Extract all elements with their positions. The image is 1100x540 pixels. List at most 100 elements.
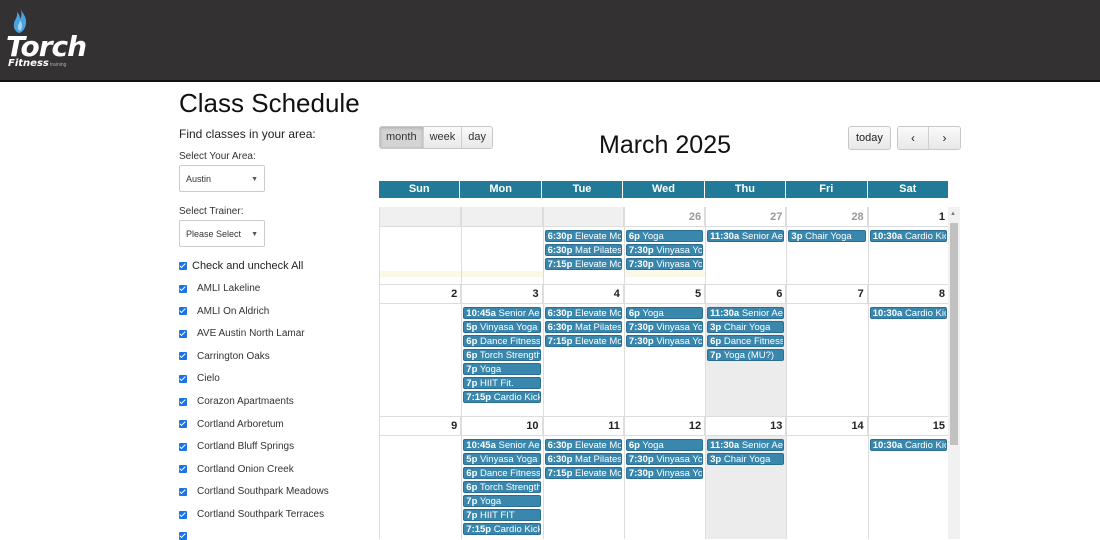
day-number[interactable]: 5 (623, 284, 706, 304)
day-number[interactable]: 3 (461, 284, 543, 304)
day-number[interactable]: 2 (380, 284, 462, 304)
calendar-event[interactable]: 11:30a Senior Aerobics (707, 439, 785, 451)
month-view-button[interactable]: month (380, 127, 424, 148)
day-number[interactable]: 11 (542, 416, 624, 436)
day-number[interactable] (380, 207, 462, 227)
day-number[interactable]: 28 (786, 207, 868, 227)
calendar-event[interactable]: 6:30p Mat Pilates (544, 453, 622, 465)
calendar-event[interactable]: 7:30p Vinyasa Yoga (625, 467, 704, 479)
calendar-event[interactable]: 6:30p Mat Pilates (544, 244, 622, 256)
calendar-event[interactable]: 3p Chair Yoga (707, 453, 785, 465)
location-checkbox[interactable] (179, 487, 187, 496)
location-checkbox[interactable] (179, 531, 187, 540)
location-checkbox[interactable] (179, 352, 187, 361)
day-number[interactable]: 1 (867, 207, 948, 227)
calendar-event[interactable]: 7:15p Elevate Movement (544, 258, 622, 270)
day-number[interactable]: 9 (380, 416, 462, 436)
calendar-event[interactable]: 7:15p Elevate Movement (544, 335, 622, 347)
calendar-event[interactable]: 7:30p Vinyasa Yoga (625, 244, 704, 256)
location-item[interactable]: Cielo (179, 373, 220, 384)
calendar-event[interactable]: 7:15p Cardio Kickboxing (463, 523, 541, 535)
location-checkbox[interactable] (179, 284, 187, 293)
torch-fitness-logo[interactable]: Torch Fitness training (6, 8, 87, 72)
day-number[interactable]: 6 (705, 284, 787, 304)
scroll-thumb[interactable] (950, 223, 958, 445)
calendar-event[interactable]: 10:30a Cardio Kickboxing (869, 307, 947, 319)
calendar-event[interactable]: 7p Yoga (463, 495, 541, 507)
location-item[interactable]: Cortland Southpark Terraces (179, 509, 324, 520)
calendar-event[interactable]: 7p Yoga (463, 363, 541, 375)
day-number[interactable]: 10 (461, 416, 543, 436)
location-item[interactable]: AMLI On Aldrich (179, 306, 269, 317)
day-number[interactable]: 27 (705, 207, 787, 227)
check-all-row[interactable]: Check and uncheck All (179, 260, 303, 272)
location-item[interactable]: AVE Austin North Lamar (179, 328, 305, 339)
day-number[interactable]: 7 (786, 284, 868, 304)
location-item[interactable]: Corazon Apartmaents (179, 396, 294, 407)
day-number[interactable]: 15 (867, 416, 948, 436)
day-number[interactable] (461, 207, 543, 227)
calendar-event[interactable]: 7:30p Vinyasa Yoga (625, 335, 704, 347)
location-item[interactable]: Cortland Bluff Springs (179, 441, 294, 452)
calendar-event[interactable]: 7:15p Elevate Movement (544, 467, 622, 479)
calendar-event[interactable]: 7p HIIT FIT (463, 509, 541, 521)
day-number[interactable] (542, 207, 624, 227)
location-item[interactable]: Cortland Onion Creek (179, 464, 294, 475)
scroll-up-icon[interactable]: ▲ (950, 211, 956, 217)
location-checkbox[interactable] (179, 420, 187, 429)
day-number[interactable]: 13 (705, 416, 787, 436)
calendar-event[interactable]: 7:30p Vinyasa Yoga (625, 453, 704, 465)
calendar-event[interactable]: 6:30p Elevate Movement (544, 439, 622, 451)
location-item[interactable]: AMLI Lakeline (179, 283, 260, 294)
calendar-event[interactable]: 6:30p Elevate Movement (544, 230, 622, 242)
calendar-event[interactable]: 6p Yoga (625, 307, 704, 319)
area-select[interactable]: Austin ▼ (179, 165, 265, 192)
location-item[interactable]: Cortland Southpark Meadows (179, 486, 329, 497)
calendar-event[interactable]: 6p Yoga (625, 230, 704, 242)
location-checkbox[interactable] (179, 442, 187, 451)
location-checkbox[interactable] (179, 307, 187, 316)
calendar-event[interactable]: 7p HIIT Fit. (463, 377, 541, 389)
today-button[interactable]: today (848, 126, 891, 150)
location-checkbox[interactable] (179, 397, 187, 406)
location-checkbox[interactable] (179, 510, 187, 519)
week-view-button[interactable]: week (423, 127, 463, 148)
day-view-button[interactable]: day (462, 127, 493, 148)
calendar-event[interactable]: 6p Dance Fitness (463, 335, 541, 347)
calendar-event[interactable]: 6p Yoga (625, 439, 704, 451)
calendar-event[interactable]: 6p Torch Strength (463, 481, 541, 493)
location-item[interactable] (179, 531, 197, 540)
calendar-event[interactable]: 3p Chair Yoga (707, 321, 785, 333)
location-checkbox[interactable] (179, 329, 187, 338)
calendar-event[interactable]: 7:30p Vinyasa Yoga (625, 321, 704, 333)
calendar-scrollbar[interactable]: ▲ (948, 207, 960, 539)
calendar-event[interactable]: 7p Yoga (MU?) (707, 349, 785, 361)
day-number[interactable]: 14 (786, 416, 868, 436)
calendar-event[interactable]: 10:30a Cardio Kickboxing (869, 439, 947, 451)
calendar-event[interactable]: 11:30a Senior Aerobics (707, 230, 785, 242)
calendar-event[interactable]: 6:30p Mat Pilates (544, 321, 622, 333)
location-checkbox[interactable] (179, 465, 187, 474)
calendar-event[interactable]: 7:30p Vinyasa Yoga (625, 258, 704, 270)
calendar-event[interactable]: 3p Chair Yoga (788, 230, 866, 242)
location-checkbox[interactable] (179, 374, 187, 383)
trainer-select[interactable]: Please Select ▼ (179, 220, 265, 247)
location-item[interactable]: Cortland Arboretum (179, 419, 284, 430)
day-number[interactable]: 4 (542, 284, 624, 304)
calendar-event[interactable]: 11:30a Senior Aerobics (707, 307, 785, 319)
calendar-event[interactable]: 6p Torch Strength (463, 349, 541, 361)
calendar-event[interactable]: 6p Dance Fitness (463, 467, 541, 479)
calendar-event[interactable]: 5p Vinyasa Yoga (463, 321, 541, 333)
calendar-event[interactable]: 6:30p Elevate Movement (544, 307, 622, 319)
day-number[interactable]: 12 (623, 416, 706, 436)
calendar-event[interactable]: 10:45a Senior Aerobics (463, 439, 541, 451)
prev-month-button[interactable]: ‹ (898, 127, 929, 149)
calendar-event[interactable]: 7:15p Cardio Kickboxing (463, 391, 541, 403)
calendar-event[interactable]: 5p Vinyasa Yoga (463, 453, 541, 465)
calendar-event[interactable]: 10:30a Cardio Kickboxing (869, 230, 947, 242)
check-all-checkbox[interactable] (179, 262, 187, 270)
calendar-event[interactable]: 6p Dance Fitness (707, 335, 785, 347)
day-number[interactable]: 26 (623, 207, 706, 227)
next-month-button[interactable]: › (929, 127, 960, 149)
day-number[interactable]: 8 (867, 284, 948, 304)
